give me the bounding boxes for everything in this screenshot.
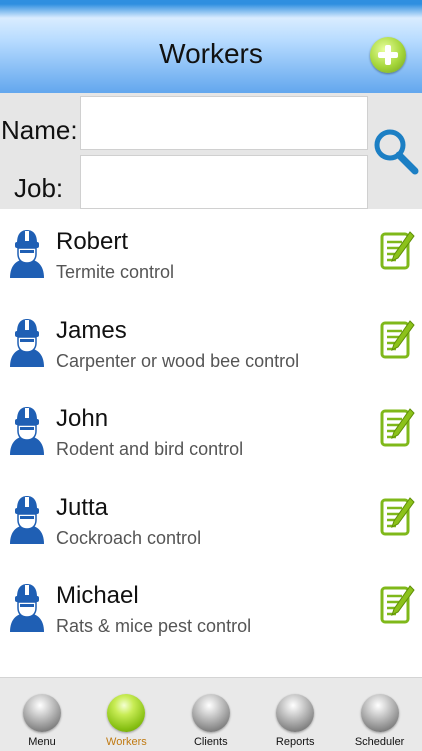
edit-icon[interactable] bbox=[380, 582, 416, 626]
job-input[interactable] bbox=[80, 155, 368, 209]
worker-icon bbox=[10, 495, 44, 544]
worker-icon bbox=[10, 230, 44, 278]
worker-icon bbox=[10, 584, 44, 632]
edit-icon[interactable] bbox=[380, 228, 416, 272]
worker-row-michael[interactable]: Michael Rats & mice pest control bbox=[0, 564, 422, 652]
name-label: Name: bbox=[1, 115, 78, 145]
plus-icon-bar bbox=[385, 45, 391, 65]
worker-job: Carpenter or wood bee control bbox=[56, 350, 300, 371]
worker-name: Michael bbox=[56, 582, 139, 609]
worker-row-john[interactable]: John Rodent and bird control bbox=[0, 387, 422, 475]
worker-icon bbox=[10, 407, 44, 455]
add-worker-button[interactable] bbox=[370, 37, 406, 73]
edit-icon[interactable] bbox=[380, 405, 416, 449]
nav-item-clients[interactable]: Clients bbox=[169, 678, 253, 751]
search-icon[interactable] bbox=[372, 127, 420, 175]
worker-job: Rats & mice pest control bbox=[56, 616, 252, 636]
nav-item-scheduler[interactable]: Scheduler bbox=[338, 678, 422, 751]
nav-label: Scheduler bbox=[354, 736, 405, 748]
job-label: Job: bbox=[14, 173, 64, 203]
worker-job: Termite control bbox=[56, 262, 175, 282]
worker-name: John bbox=[56, 405, 109, 432]
edit-icon[interactable] bbox=[380, 317, 416, 361]
search-panel: Name: Job: bbox=[0, 93, 422, 209]
nav-label: Reports bbox=[275, 736, 315, 748]
nav-ball-icon bbox=[23, 694, 61, 732]
nav-item-menu[interactable]: Menu bbox=[0, 678, 84, 751]
edit-icon[interactable] bbox=[380, 494, 416, 538]
worker-job: Rodent and bird control bbox=[56, 439, 244, 459]
nav-label: Workers bbox=[106, 736, 147, 748]
worker-row-jutta[interactable]: Jutta Cockroach control bbox=[0, 476, 422, 564]
worker-name: Robert bbox=[56, 228, 129, 255]
nav-ball-icon bbox=[276, 694, 315, 732]
worker-name: Jutta bbox=[56, 493, 109, 521]
name-input[interactable] bbox=[80, 96, 368, 150]
nav-item-reports[interactable]: Reports bbox=[253, 678, 337, 751]
nav-label: Menu bbox=[28, 736, 56, 748]
nav-item-workers[interactable]: Workers bbox=[84, 678, 168, 751]
bottom-nav: Menu Workers Clients Reports Scheduler bbox=[0, 677, 422, 751]
nav-ball-icon bbox=[107, 694, 146, 732]
nav-label: Clients bbox=[193, 736, 228, 748]
worker-job: Cockroach control bbox=[56, 527, 202, 548]
nav-ball-icon bbox=[191, 694, 230, 732]
worker-name: James bbox=[56, 316, 127, 344]
worker-icon bbox=[10, 318, 44, 367]
header-bar: Workers bbox=[0, 0, 422, 94]
nav-ball-icon bbox=[360, 694, 399, 732]
page-title: Workers bbox=[159, 38, 263, 69]
worker-row-james[interactable]: James Carpenter or wood bee control bbox=[0, 299, 422, 387]
worker-row-robert[interactable]: Robert Termite control bbox=[0, 210, 422, 298]
